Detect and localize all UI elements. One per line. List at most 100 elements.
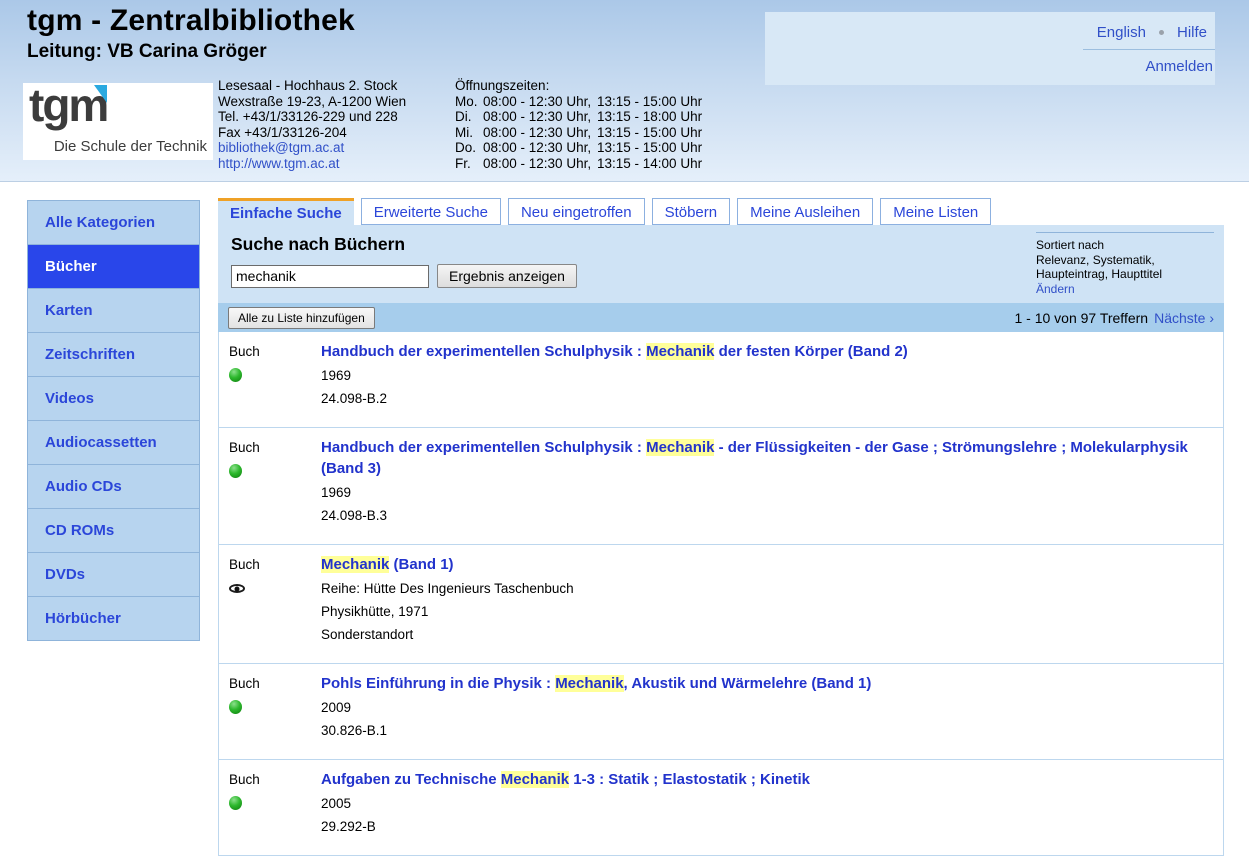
sidebar-item-dvds[interactable]: DVDs — [28, 553, 199, 597]
next-page-link[interactable]: Nächste › — [1154, 310, 1214, 326]
result-title-link[interactable]: Aufgaben zu Technische Mechanik 1-3 : St… — [321, 769, 1199, 790]
tab-bar: Einfache Suche Erweiterte Suche Neu einget… — [218, 198, 1224, 225]
hours-day: Fr. — [455, 156, 483, 172]
search-panel: Suche nach Büchern Ergebnis anzeigen Sor… — [218, 225, 1224, 303]
address-line: Wexstraße 19-23, A-1200 Wien — [218, 94, 406, 110]
result-detail-line: 24.098-B.3 — [321, 504, 1199, 527]
login-box: English Hilfe Anmelden — [765, 12, 1215, 85]
result-left-column: Buch — [219, 437, 321, 527]
result-main-column: Handbuch der experimentellen Schulphysik… — [321, 341, 1223, 410]
page-header: tgm - Zentralbibliothek Leitung: VB Cari… — [0, 0, 1249, 182]
result-title-link[interactable]: Mechanik (Band 1) — [321, 554, 1199, 575]
result-left-column: Buch — [219, 769, 321, 838]
result-left-column: Buch — [219, 554, 321, 646]
hours-morning: 08:00 - 12:30 Uhr, — [483, 109, 597, 125]
result-row: BuchHandbuch der experimentellen Schulph… — [219, 428, 1223, 545]
result-type-label: Buch — [229, 341, 321, 362]
signin-link[interactable]: Anmelden — [1145, 58, 1213, 75]
result-main-column: Mechanik (Band 1)Reihe: Hütte Des Ingeni… — [321, 554, 1223, 646]
language-link[interactable]: English — [1097, 24, 1146, 41]
sidebar-item-horbucher[interactable]: Hörbücher — [28, 597, 199, 640]
result-detail-line: Physikhütte, 1971 — [321, 600, 1199, 623]
sort-line: Haupteintrag, Haupttitel — [1036, 267, 1214, 282]
result-detail-line: 1969 — [321, 481, 1199, 504]
result-type-label: Buch — [229, 437, 321, 458]
result-main-column: Handbuch der experimentellen Schulphysik… — [321, 437, 1223, 527]
highlighted-term: Mechanik — [501, 771, 569, 788]
result-title-link[interactable]: Pohls Einführung in die Physik : Mechani… — [321, 673, 1199, 694]
sidebar-item-audio-cds[interactable]: Audio CDs — [28, 465, 199, 509]
hours-row: Do.08:00 - 12:30 Uhr,13:15 - 15:00 Uhr — [455, 140, 702, 156]
result-type-label: Buch — [229, 673, 321, 694]
title-text: Handbuch der experimentellen Schulphysik… — [321, 439, 646, 456]
category-sidebar: Alle KategorienBücherKartenZeitschriften… — [27, 200, 200, 641]
result-detail-line: Sonderstandort — [321, 623, 1199, 646]
sidebar-item-cd-roms[interactable]: CD ROMs — [28, 509, 199, 553]
tab-meine-ausleihen[interactable]: Meine Ausleihen — [737, 198, 873, 225]
sort-line: Relevanz, Systematik, — [1036, 253, 1214, 268]
green-ball-icon — [229, 464, 242, 478]
sidebar-item-karten[interactable]: Karten — [28, 289, 199, 333]
tab-neu-eingetroffen[interactable]: Neu eingetroffen — [508, 198, 645, 225]
result-title-link[interactable]: Handbuch der experimentellen Schulphysik… — [321, 437, 1199, 479]
result-main-column: Pohls Einführung in die Physik : Mechani… — [321, 673, 1223, 742]
hours-day: Mo. — [455, 94, 483, 110]
page-subtitle: Leitung: VB Carina Gröger — [27, 41, 267, 63]
title-text: , Akustik und Wärmelehre (Band 1) — [624, 675, 872, 692]
sidebar-item-bucher[interactable]: Bücher — [28, 245, 199, 289]
add-all-to-list-button[interactable]: Alle zu Liste hinzufügen — [228, 307, 375, 329]
sidebar-item-zeitschriften[interactable]: Zeitschriften — [28, 333, 199, 377]
show-results-button[interactable]: Ergebnis anzeigen — [437, 264, 577, 288]
hours-day: Di. — [455, 109, 483, 125]
hours-afternoon: 13:15 - 15:00 Uhr — [597, 94, 702, 110]
tab-stobern[interactable]: Stöbern — [652, 198, 731, 225]
title-text: der festen Körper (Band 2) — [714, 343, 907, 360]
help-link[interactable]: Hilfe — [1177, 24, 1207, 41]
result-main-column: Aufgaben zu Technische Mechanik 1-3 : St… — [321, 769, 1223, 838]
eye-pupil — [235, 586, 240, 591]
opening-hours-block: Öffnungszeiten: Mo.08:00 - 12:30 Uhr,13:… — [455, 78, 702, 171]
highlighted-term: Mechanik — [646, 343, 714, 360]
sidebar-item-audiocassetten[interactable]: Audiocassetten — [28, 421, 199, 465]
website-link[interactable]: http://www.tgm.ac.at — [218, 156, 406, 172]
result-type-label: Buch — [229, 769, 321, 790]
logo-tagline: Die Schule der Technik — [54, 138, 207, 155]
sort-line: Sortiert nach — [1036, 238, 1214, 253]
result-detail-line: 29.292-B — [321, 815, 1199, 838]
result-detail-line: Reihe: Hütte Des Ingenieurs Taschenbuch — [321, 577, 1199, 600]
result-row: BuchPohls Einführung in die Physik : Mec… — [219, 664, 1223, 760]
main-content: Einfache Suche Erweiterte Suche Neu einget… — [218, 198, 1224, 856]
change-sort-link[interactable]: Ändern — [1036, 282, 1075, 296]
hours-day: Do. — [455, 140, 483, 156]
title-text: Handbuch der experimentellen Schulphysik… — [321, 343, 646, 360]
green-ball-icon — [229, 700, 242, 714]
hours-afternoon: 13:15 - 15:00 Uhr — [597, 125, 702, 141]
result-row: BuchAufgaben zu Technische Mechanik 1-3 … — [219, 760, 1223, 856]
hours-row: Mo.08:00 - 12:30 Uhr,13:15 - 15:00 Uhr — [455, 94, 702, 110]
result-detail-line: 30.826-B.1 — [321, 719, 1199, 742]
result-detail-line: 2009 — [321, 696, 1199, 719]
tab-erweiterte-suche[interactable]: Erweiterte Suche — [361, 198, 501, 225]
result-left-column: Buch — [219, 673, 321, 742]
tab-meine-listen[interactable]: Meine Listen — [880, 198, 991, 225]
logo-triangle-icon — [94, 85, 107, 103]
sidebar-item-videos[interactable]: Videos — [28, 377, 199, 421]
tab-einfache-suche[interactable]: Einfache Suche — [218, 198, 354, 225]
hours-afternoon: 13:15 - 14:00 Uhr — [597, 156, 702, 172]
result-title-link[interactable]: Handbuch der experimentellen Schulphysik… — [321, 341, 1199, 362]
result-row: BuchMechanik (Band 1)Reihe: Hütte Des In… — [219, 545, 1223, 664]
address-line: Tel. +43/1/33126-229 und 228 — [218, 109, 406, 125]
title-text: (Band 1) — [389, 556, 453, 573]
hours-day: Mi. — [455, 125, 483, 141]
hours-afternoon: 13:15 - 18:00 Uhr — [597, 109, 702, 125]
search-input[interactable] — [231, 265, 429, 288]
address-block: Lesesaal - Hochhaus 2. StockWexstraße 19… — [218, 78, 406, 171]
email-link[interactable]: bibliothek@tgm.ac.at — [218, 140, 406, 156]
results-count: 1 - 10 von 97 Treffern — [1014, 310, 1148, 326]
sidebar-item-alle-kategorien[interactable]: Alle Kategorien — [28, 201, 199, 245]
eye-icon — [229, 584, 245, 593]
address-line: Lesesaal - Hochhaus 2. Stock — [218, 78, 406, 94]
title-text: Aufgaben zu Technische — [321, 771, 501, 788]
highlighted-term: Mechanik — [321, 556, 389, 573]
hours-morning: 08:00 - 12:30 Uhr, — [483, 125, 597, 141]
